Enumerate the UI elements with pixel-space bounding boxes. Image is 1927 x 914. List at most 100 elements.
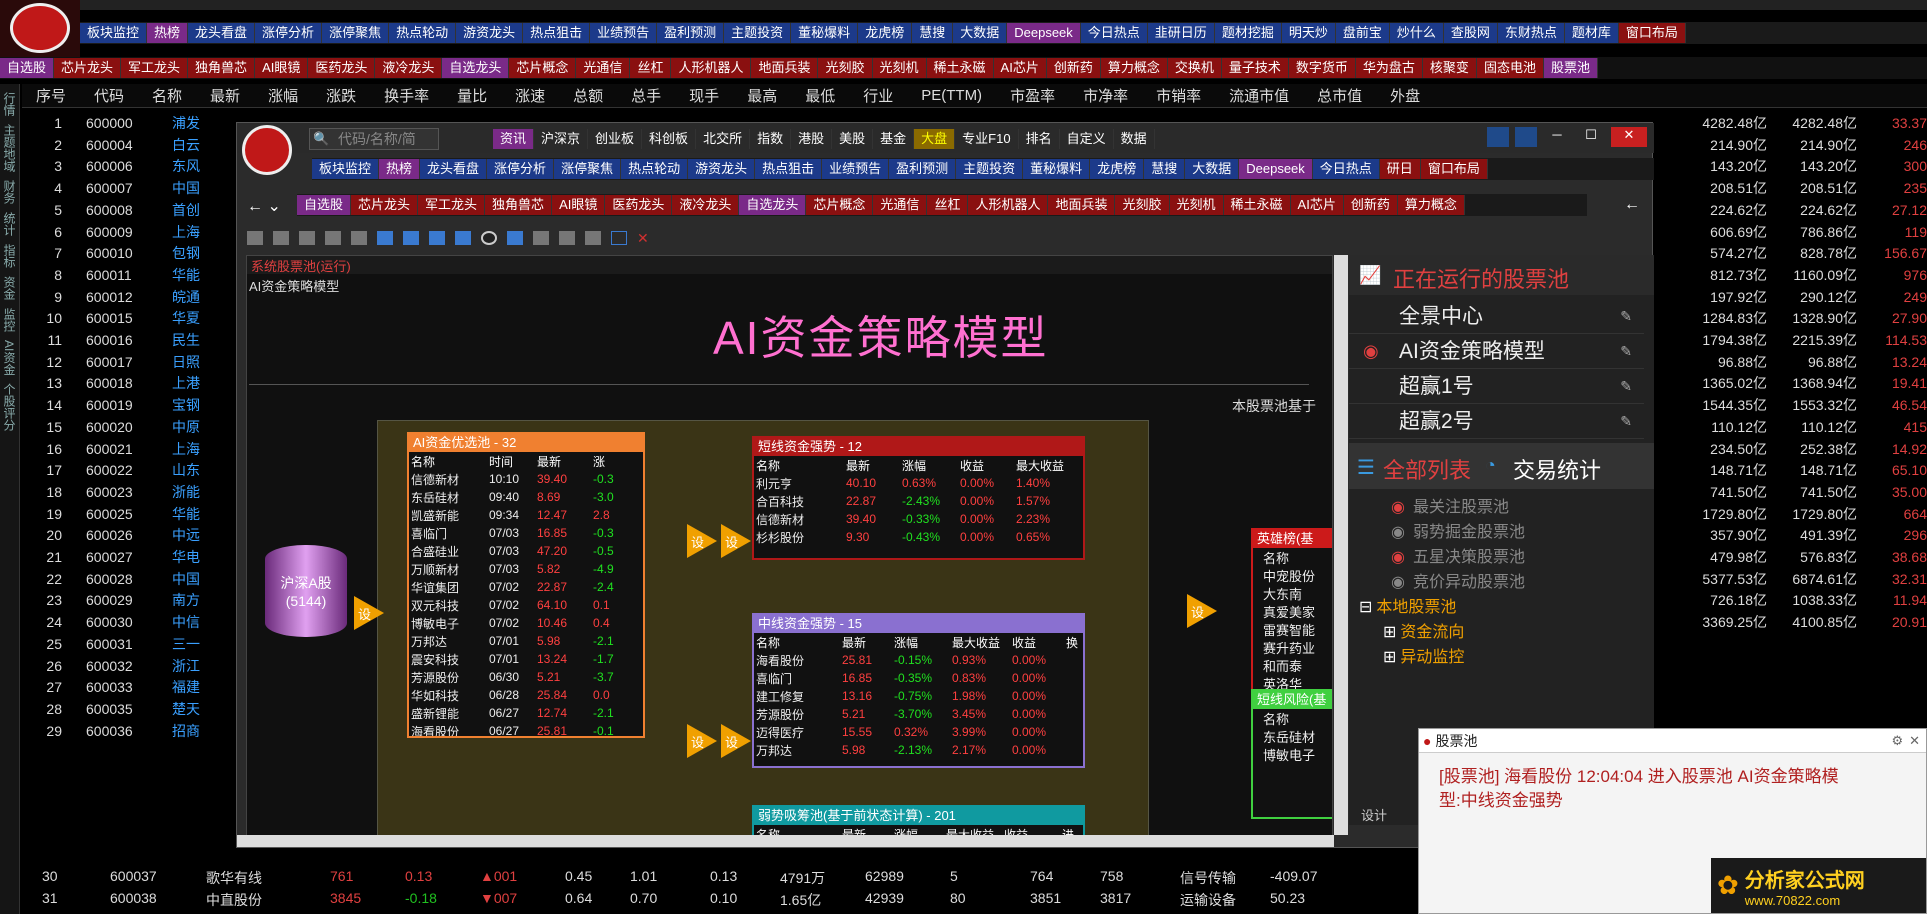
toolbar-item[interactable]: 交换机 (1167, 58, 1222, 78)
col-header[interactable]: 市净率 (1069, 85, 1142, 106)
flow-node[interactable]: 设 (354, 596, 384, 630)
pool-row[interactable]: 万顺新材 07/03 5.82 -4.9 (411, 560, 643, 578)
toolbar-item[interactable]: 炒什么 (1389, 23, 1444, 43)
local-pool-node[interactable]: ⊟ 本地股票池 (1349, 595, 1654, 620)
toolbar-item[interactable]: 涨停聚焦 (554, 159, 622, 179)
col-header[interactable]: 行业 (849, 85, 907, 106)
toolbar-item[interactable]: 东财热点 (1497, 23, 1565, 43)
close-icon[interactable]: ✕ (1611, 127, 1647, 147)
toolbar-item[interactable]: 基金 (873, 129, 915, 149)
toolbar-item[interactable]: 数据 (1114, 129, 1155, 149)
pool-row[interactable]: 博敏电子 (1263, 745, 1332, 763)
toolbar-item[interactable]: 董秘爆料 (791, 23, 859, 43)
rail-tab[interactable]: 财务 (1, 180, 18, 204)
pool-row[interactable]: 利元亨 40.10 0.63% 0.00% 1.40% (756, 474, 1083, 492)
expand-icon[interactable]: ⊞ (1383, 624, 1396, 641)
flow-node[interactable]: 设 (687, 524, 717, 558)
toolbar-item[interactable]: AI眼镜 (255, 58, 309, 78)
col-header[interactable]: 流通市值 (1215, 85, 1303, 106)
flow-node[interactable]: 设 (1187, 594, 1217, 628)
record-icon[interactable] (481, 231, 497, 245)
sub-pool-node[interactable]: ⊞ 资金流向 (1349, 620, 1654, 645)
col-header[interactable]: 最低 (791, 85, 849, 106)
toolbar-item[interactable]: 盈利预测 (889, 159, 957, 179)
notification-popup[interactable]: ● 股票池 ⚙ ✕ [股票池] 海看股份 12:04:04 进入股票池 AI资金… (1418, 728, 1927, 914)
pool-short-strong[interactable]: 短线资金强势 - 12 名称 最新 涨幅 收益 最大收益 利元亨 40.10 0.63% 0.00… (752, 436, 1085, 560)
toolbar-item[interactable]: AI芯片 (993, 58, 1047, 78)
toolbar-item[interactable]: 创新药 (1343, 195, 1398, 215)
pool-row[interactable]: 合百科技 22.87 -2.43% 0.00% 1.57% (756, 492, 1083, 510)
edit-icon[interactable] (507, 231, 523, 245)
col-header[interactable]: 外盘 (1376, 85, 1434, 106)
toolbar-item[interactable]: 股票池 (1543, 58, 1598, 78)
toolbar-item[interactable]: Deepseek (1007, 23, 1081, 43)
design-tab[interactable]: 设计 (1361, 805, 1387, 824)
pool-row[interactable]: 真爱美家 (1263, 602, 1332, 620)
toolbar-item[interactable]: 题材挖掘 (1214, 23, 1282, 43)
flow-node[interactable]: 设 (721, 524, 751, 558)
rail-tab[interactable]: 资金 (1, 276, 18, 300)
toolbar-item[interactable]: 核聚变 (1422, 58, 1477, 78)
running-item[interactable]: 全景中心 ✎ (1349, 299, 1644, 334)
toolbar-item[interactable]: 自选股 (0, 58, 55, 78)
toolbar-item[interactable]: 涨停聚焦 (322, 23, 390, 43)
flow-node[interactable]: 设 (721, 724, 751, 758)
delete-icon[interactable]: ✕ (637, 230, 649, 247)
col-header[interactable]: 市销率 (1142, 85, 1215, 106)
toolbar-item[interactable]: 韭研日历 (1147, 23, 1215, 43)
toolbar-item[interactable]: 丝杠 (927, 195, 969, 215)
align-bottom-icon[interactable] (429, 231, 445, 245)
toolbar-item[interactable]: 丝杠 (630, 58, 672, 78)
toolbar-item[interactable]: 龙虎榜 (1090, 159, 1145, 179)
pool-row[interactable]: 信德新材 10:10 39.40 -0.3 (411, 470, 643, 488)
toolbar-item[interactable]: AI芯片 (1290, 195, 1344, 215)
pool-list-item[interactable]: ◉ 五星决策股票池 (1349, 545, 1654, 570)
toolbar-item[interactable]: 热点狙击 (523, 23, 591, 43)
vertical-scrollbar[interactable] (1334, 255, 1348, 835)
toolbar-item[interactable]: 算力概念 (1397, 195, 1465, 215)
toolbar-item[interactable]: 科创板 (642, 129, 697, 149)
pool-row[interactable]: 杉杉股份 9.30 -0.43% 0.00% 0.65% (756, 528, 1083, 546)
toolbar-item[interactable]: 盘前宝 (1335, 23, 1390, 43)
pool-short-risk[interactable]: 短线风险(基 名称 东岳硅材 博敏电子 (1251, 689, 1332, 819)
pool-row[interactable]: 东岳硅材 09:40 8.69 -3.0 (411, 488, 643, 506)
toolbar-item[interactable]: 固态电池 (1476, 58, 1544, 78)
toolbar-item[interactable]: 大数据 (953, 23, 1008, 43)
toolbar-item[interactable]: 自选龙头 (442, 58, 510, 78)
col-header[interactable]: PE(TTM) (907, 87, 996, 104)
pool-row[interactable]: 喜临门 07/03 16.85 -0.3 (411, 524, 643, 542)
sub-pool-node[interactable]: ⊞ 异动监控 (1349, 645, 1654, 670)
toolbar-item[interactable]: 沪深京 (534, 129, 589, 149)
pool-row[interactable]: 博敏电子 07/02 10.46 0.4 (411, 614, 643, 632)
select-icon[interactable] (611, 231, 627, 245)
toolbar-item[interactable]: 板块监控 (312, 159, 380, 179)
filter-icon[interactable] (559, 231, 575, 245)
edit-pencil-icon[interactable]: ✎ (1620, 334, 1632, 369)
col-header[interactable]: 换手率 (370, 85, 443, 106)
toolbar-item[interactable]: 地面兵装 (1048, 195, 1116, 215)
toolbar-item[interactable]: 游资龙头 (456, 23, 524, 43)
toolbar-item[interactable]: 地面兵装 (751, 58, 819, 78)
col-header[interactable]: 涨跌 (312, 85, 370, 106)
col-header[interactable]: 涨幅 (254, 85, 312, 106)
pool-row[interactable]: 迈得医疗 15.55 0.32% 3.99% 0.00% (756, 723, 1083, 741)
toolbar-item[interactable]: 稀土永磁 (1223, 195, 1291, 215)
col-header[interactable]: 现手 (675, 85, 733, 106)
notify-close-icon[interactable]: ✕ (1909, 733, 1920, 749)
toolbar-item[interactable]: 热榜 (147, 23, 189, 43)
pool-row[interactable]: 万邦达 07/01 5.98 -2.1 (411, 632, 643, 650)
toolbar-item[interactable]: 军工龙头 (121, 58, 189, 78)
font-icon[interactable] (1515, 127, 1537, 147)
running-item[interactable]: 超赢2号 ✎ (1349, 404, 1644, 439)
toolbar-item[interactable]: 量子技术 (1221, 58, 1289, 78)
minimize-icon[interactable]: ─ (1543, 127, 1571, 147)
toolbar-item[interactable]: 今日热点 (1080, 23, 1148, 43)
toolbar-item[interactable]: 港股 (791, 129, 833, 149)
toolbar-item[interactable]: 板块监控 (80, 23, 148, 43)
flow-node[interactable]: 设 (687, 724, 717, 758)
col-header[interactable]: 总额 (559, 85, 617, 106)
rail-tab[interactable]: 行情 (1, 92, 18, 116)
toolbar-item[interactable]: 窗口布局 (1618, 23, 1686, 43)
toolbar-item[interactable]: 光通信 (576, 58, 631, 78)
col-header[interactable]: 最高 (733, 85, 791, 106)
